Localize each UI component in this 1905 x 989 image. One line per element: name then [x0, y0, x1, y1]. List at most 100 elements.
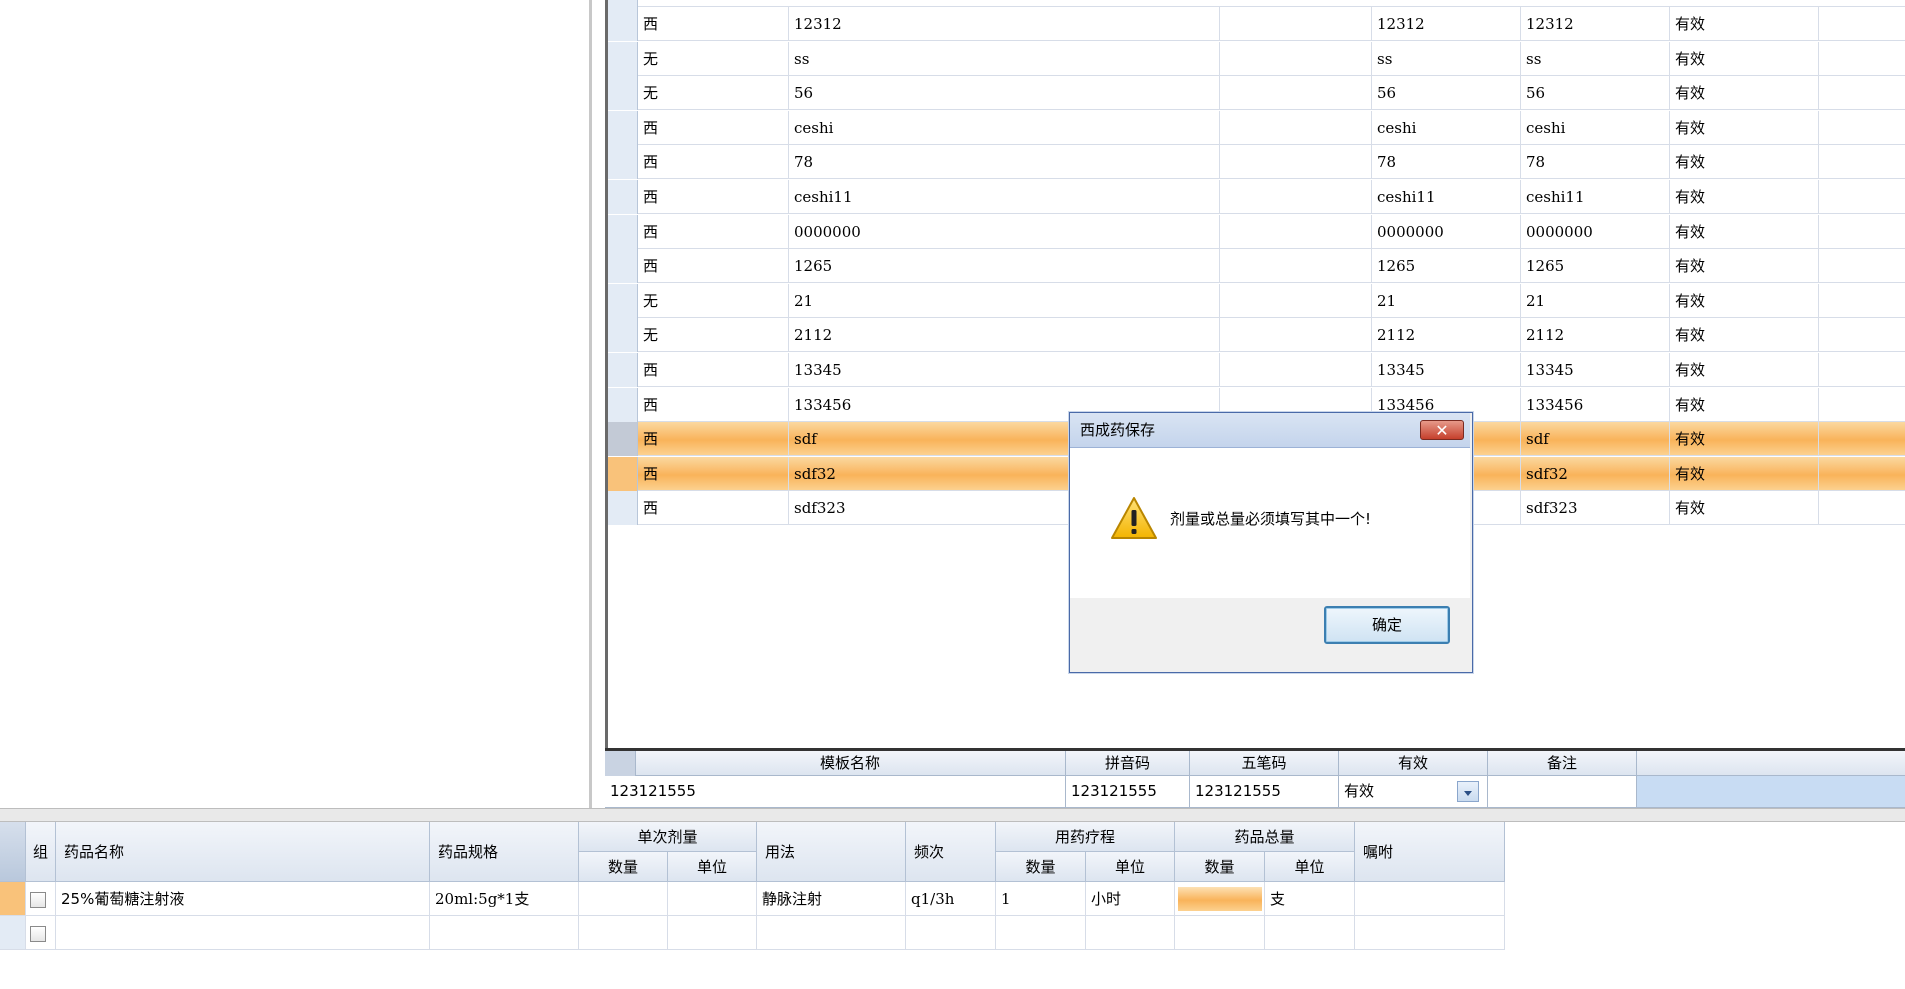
empty-cell[interactable]	[1819, 76, 1905, 110]
template-name-cell[interactable]: 12312	[789, 7, 1220, 41]
empty-cell[interactable]	[1819, 491, 1905, 525]
header-total[interactable]: 药品总量	[1175, 822, 1355, 852]
empty-cell[interactable]	[1220, 214, 1372, 249]
row-header[interactable]	[608, 353, 638, 387]
type-cell[interactable]: 西	[638, 422, 789, 457]
wubi-cell[interactable]: 133456	[1521, 387, 1670, 422]
frequency-cell[interactable]	[906, 916, 996, 950]
row-header[interactable]	[608, 422, 638, 457]
dialog-title-bar[interactable]: 西成药保存 ✕	[1070, 413, 1470, 448]
type-cell[interactable]: 西	[638, 456, 789, 491]
table-row[interactable]: 无 ss ss ss 有效	[608, 41, 1905, 76]
wubi-input[interactable]: 123121555	[1190, 776, 1339, 807]
valid-cell[interactable]: 有效	[1670, 7, 1819, 41]
table-row[interactable]: 西 ceshi ceshi ceshi 有效	[608, 110, 1905, 145]
frequency-cell[interactable]: q1/3h	[906, 882, 996, 916]
table-row[interactable]: 西 12312 12312 12312 有效	[608, 7, 1905, 41]
empty-cell[interactable]	[1819, 457, 1905, 491]
type-cell[interactable]: 西	[638, 491, 789, 526]
row-header[interactable]	[608, 456, 638, 491]
valid-cell[interactable]: 有效	[1670, 76, 1819, 111]
wubi-cell[interactable]: 0000000	[1521, 214, 1670, 249]
valid-cell[interactable]: 有效	[1670, 214, 1819, 249]
valid-cell[interactable]: 有效	[1670, 180, 1819, 214]
empty-cell[interactable]	[1819, 180, 1905, 214]
header-valid[interactable]: 有效	[1339, 751, 1488, 776]
close-button[interactable]: ✕	[1420, 420, 1464, 440]
template-name-cell[interactable]: ceshi	[789, 110, 1220, 145]
header-dose-unit[interactable]: 单位	[668, 852, 757, 882]
empty-cell[interactable]	[1819, 145, 1905, 179]
dose-unit-cell[interactable]	[668, 916, 757, 950]
row-header[interactable]	[608, 491, 638, 526]
valid-cell[interactable]: 有效	[1670, 318, 1819, 353]
ok-button[interactable]: 确定	[1324, 606, 1450, 644]
table-row[interactable]: 无 56 56 56 有效	[608, 76, 1905, 111]
header-total-unit[interactable]: 单位	[1265, 852, 1355, 882]
pinyin-cell[interactable]: 0000000	[1372, 214, 1521, 249]
empty-cell[interactable]	[1220, 145, 1372, 180]
row-header[interactable]	[608, 7, 638, 41]
row-header[interactable]	[608, 180, 638, 214]
type-cell[interactable]: 西	[638, 249, 789, 284]
wubi-cell[interactable]: 2112	[1521, 318, 1670, 353]
row-header[interactable]	[608, 214, 638, 249]
wubi-cell[interactable]: sdf32	[1521, 456, 1670, 491]
row-header[interactable]	[608, 318, 638, 353]
wubi-cell[interactable]: ss	[1521, 41, 1670, 76]
header-total-qty[interactable]: 数量	[1175, 852, 1265, 882]
wubi-cell[interactable]: 12312	[1521, 7, 1670, 41]
empty-cell[interactable]	[1220, 180, 1372, 214]
wubi-cell[interactable]: ceshi	[1521, 110, 1670, 145]
empty-cell[interactable]	[1220, 249, 1372, 284]
empty-cell[interactable]	[1819, 7, 1905, 41]
grid-corner[interactable]	[605, 751, 636, 776]
valid-cell[interactable]: 有效	[1670, 283, 1819, 318]
horizontal-splitter[interactable]	[0, 808, 1905, 822]
header-remark[interactable]: 备注	[1488, 751, 1637, 776]
empty-cell[interactable]	[1819, 388, 1905, 422]
wubi-cell[interactable]: 1265	[1521, 249, 1670, 284]
wubi-cell[interactable]: 56	[1521, 76, 1670, 111]
empty-cell[interactable]	[1220, 110, 1372, 145]
table-row[interactable]: 西 13345 13345 13345 有效	[608, 353, 1905, 387]
course-qty-cell[interactable]: 1	[996, 882, 1086, 916]
valid-cell[interactable]: 有效	[1670, 353, 1819, 387]
valid-cell[interactable]: 有效	[1670, 387, 1819, 422]
template-name-cell[interactable]: 2112	[789, 318, 1220, 353]
table-row[interactable]: 西 ceshi11 ceshi11 ceshi11 有效	[608, 180, 1905, 214]
row-header[interactable]	[608, 387, 638, 422]
type-cell[interactable]: 西	[638, 387, 789, 422]
type-cell[interactable]: 西	[638, 353, 789, 387]
template-name-cell[interactable]: 78	[789, 145, 1220, 180]
spec-cell[interactable]	[430, 916, 579, 950]
type-cell[interactable]: 西	[638, 110, 789, 145]
template-name-cell[interactable]: ss	[789, 41, 1220, 76]
row-header[interactable]	[608, 145, 638, 180]
course-qty-cell[interactable]	[996, 916, 1086, 950]
pinyin-input[interactable]: 123121555	[1066, 776, 1190, 807]
advice-cell[interactable]	[1355, 916, 1505, 950]
pinyin-cell[interactable]: 1265	[1372, 249, 1521, 284]
header-dose-qty[interactable]: 数量	[579, 852, 668, 882]
course-unit-cell[interactable]	[1086, 916, 1175, 950]
total-qty-cell[interactable]	[1175, 882, 1265, 916]
empty-cell[interactable]	[1819, 249, 1905, 283]
total-unit-cell[interactable]: 支	[1265, 882, 1355, 916]
row-header[interactable]	[608, 110, 638, 145]
empty-cell[interactable]	[1819, 318, 1905, 352]
header-single-dose[interactable]: 单次剂量	[579, 822, 757, 852]
empty-cell[interactable]	[1220, 283, 1372, 318]
wubi-cell[interactable]: ceshi11	[1521, 180, 1670, 214]
remark-input[interactable]	[1488, 776, 1637, 807]
spec-cell[interactable]: 20ml:5g*1支	[430, 882, 579, 916]
type-cell[interactable]: 无	[638, 41, 789, 76]
type-cell[interactable]: 西	[638, 214, 789, 249]
type-cell[interactable]: 无	[638, 283, 789, 318]
pinyin-cell[interactable]: ss	[1372, 41, 1521, 76]
template-name-cell[interactable]: ceshi11	[789, 180, 1220, 214]
group-checkbox-cell[interactable]	[26, 882, 56, 916]
total-unit-cell[interactable]	[1265, 916, 1355, 950]
template-name-cell[interactable]: 1265	[789, 249, 1220, 284]
template-name-input[interactable]: 123121555	[605, 776, 1066, 807]
